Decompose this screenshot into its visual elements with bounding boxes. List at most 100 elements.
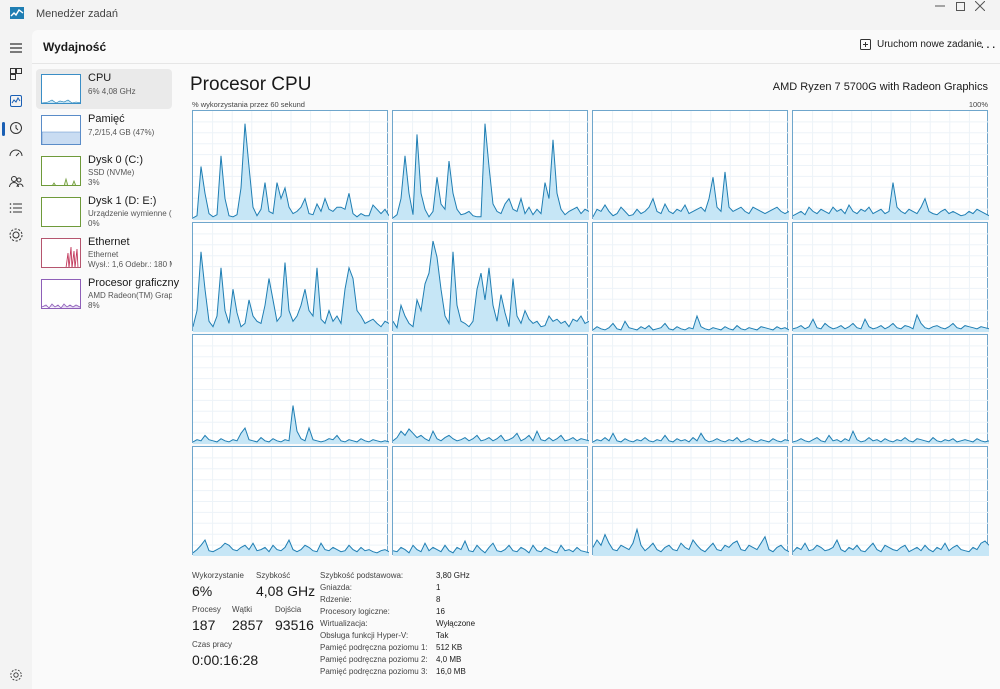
threads-value: 2857 [232,617,264,633]
logical-processor-graph [392,110,589,220]
page-header: Wydajność Uruchom nowe zadanie ··· [32,30,1000,64]
content-area: Wydajność Uruchom nowe zadanie ··· CPU 6… [32,30,1000,689]
speed-label: Szybkość [256,571,291,580]
detail-value: 16,0 MB [436,667,466,676]
hamburger-menu-icon[interactable] [8,40,24,56]
title-bar: Menedżer zadań [0,0,1000,30]
processes-icon[interactable] [8,66,24,82]
cpu-panel-title: Procesor CPU [190,74,312,95]
detail-key: Pamięć podręczna poziomu 1: [320,643,428,652]
sidebar-item-label: Procesor graficzny [88,277,180,289]
sidebar-item-memory[interactable]: Pamięć 7,2/15,4 GB (47%) [36,110,172,150]
app-title: Menedżer zadań [36,8,118,20]
sidebar-item-detail: Ethernet [88,250,119,259]
detail-key: Pamięć podręczna poziomu 3: [320,667,428,676]
sidebar-item-disk-0[interactable]: Dysk 0 (C:) SSD (NVMe) 3% [36,151,172,191]
close-button[interactable] [960,0,1000,12]
processes-value: 187 [192,617,216,633]
detail-value: 8 [436,595,441,604]
performance-icon[interactable] [8,93,24,109]
gpu-thumbnail-graph [41,279,81,309]
processes-label: Procesy [192,605,221,614]
app-history-icon[interactable] [8,120,24,136]
run-task-icon [860,39,871,50]
memory-thumbnail-graph [41,115,81,145]
utilization-label: Wykorzystanie [192,571,244,580]
startup-apps-icon[interactable] [8,147,24,163]
logical-processor-graph [392,446,589,556]
sidebar-item-label: Dysk 0 (C:) [88,154,143,166]
details-icon[interactable] [8,200,24,216]
sidebar-item-detail: SSD (NVMe) [88,168,135,177]
sidebar-item-usage: 0% [88,219,100,228]
logical-processor-graph [592,222,789,332]
speed-value: 4,08 GHz [256,583,316,599]
logical-processor-graph [392,334,589,444]
sidebar-item-detail: 7,2/15,4 GB (47%) [88,128,155,137]
sidebar-item-usage: 8% [88,301,100,310]
sidebar-item-gpu[interactable]: Procesor graficzny AMD Radeon(TM) Grapl … [36,274,179,314]
navigation-rail [0,30,32,689]
logical-processor-graph [792,110,989,220]
graph-axis-max: 100% [968,100,988,109]
ethernet-thumbnail-graph [41,238,81,268]
cpu-thumbnail-graph [41,74,81,104]
sidebar-item-usage: 3% [88,178,100,187]
more-options-button[interactable]: ··· [980,38,997,54]
detail-value: Wyłączone [436,619,476,628]
detail-value: 3,80 GHz [436,571,470,580]
task-manager-app-icon [10,7,24,19]
run-new-task-button[interactable]: Uruchom nowe zadanie [860,39,982,50]
disk0-thumbnail-graph [41,156,81,186]
graph-axis-label: % wykorzystania przez 60 sekund [192,100,305,109]
detail-value: 4,0 MB [436,655,462,664]
services-icon[interactable] [8,227,24,243]
sidebar-item-cpu[interactable]: CPU 6% 4,08 GHz [36,69,172,109]
detail-key: Szybkość podstawowa: [320,571,404,580]
logical-processor-graph [592,446,789,556]
uptime-value: 0:00:16:28 [192,652,259,668]
sidebar-item-disk-1[interactable]: Dysk 1 (D: E:) Urządzenie wymienne (U 0% [36,192,172,232]
handles-value: 93516 [275,617,314,633]
detail-value: 1 [436,583,441,592]
detail-key: Pamięć podręczna poziomu 2: [320,655,428,664]
sidebar-item-detail: 6% 4,08 GHz [88,87,136,96]
logical-processor-graph [592,334,789,444]
users-icon[interactable] [8,173,24,189]
detail-key: Gniazda: [320,583,353,592]
sidebar-item-label: Dysk 1 (D: E:) [88,195,157,207]
logical-processor-graph [192,446,389,556]
detail-key: Rdzenie: [320,595,352,604]
sidebar-item-label: Pamięć [88,113,125,125]
close-icon [975,1,985,11]
logical-processor-graph [592,110,789,220]
utilization-value: 6% [192,583,213,599]
logical-processor-graph [792,222,989,332]
logical-processor-graph [192,110,389,220]
page-title: Wydajność [43,40,107,54]
sidebar-item-detail: Urządzenie wymienne (U [88,209,172,218]
logical-processor-graph [792,446,989,556]
logical-processor-graph [792,334,989,444]
detail-value: Tak [436,631,449,640]
run-new-task-label: Uruchom nowe zadanie [877,39,983,50]
detail-value: 16 [436,607,445,616]
performance-sidebar: CPU 6% 4,08 GHz Pamięć 7,2/15,4 GB (47%)… [32,65,179,689]
detail-key: Wirtualizacja: [320,619,368,628]
sidebar-item-label: Ethernet [88,236,130,248]
cpu-model-name: AMD Ryzen 7 5700G with Radeon Graphics [772,81,988,93]
settings-gear-icon[interactable] [9,668,23,682]
sidebar-item-throughput: Wysł.: 1,6 Odebr.: 180 M [88,260,172,269]
rail-selection-indicator [2,122,5,136]
detail-key: Procesory logiczne: [320,607,390,616]
sidebar-item-ethernet[interactable]: Ethernet Ethernet Wysł.: 1,6 Odebr.: 180… [36,233,172,273]
detail-key: Obsługa funkcji Hyper-V: [320,631,409,640]
threads-label: Wątki [232,605,252,614]
logical-processor-graph [192,334,389,444]
uptime-label: Czas pracy [192,640,233,649]
detail-value: 512 KB [436,643,463,652]
sidebar-item-detail: AMD Radeon(TM) Grapl [88,291,172,300]
disk1-thumbnail-graph [41,197,81,227]
logical-processor-graphs [192,110,989,556]
handles-label: Dojścia [275,605,302,614]
